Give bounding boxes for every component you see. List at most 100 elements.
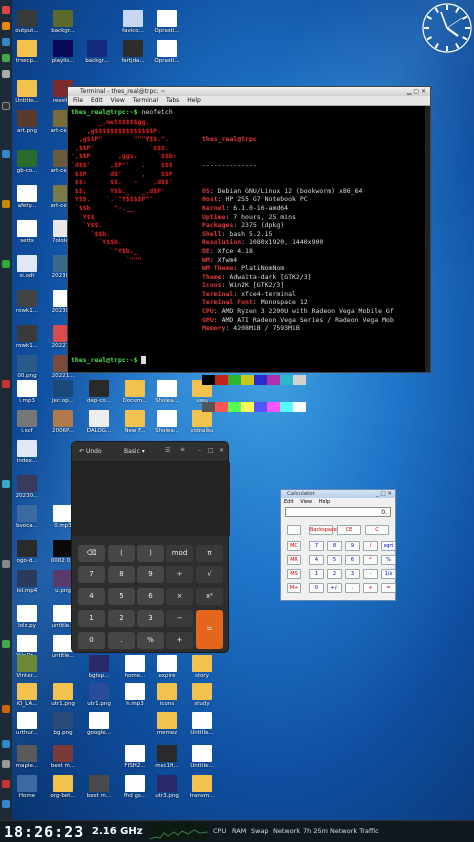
desktop-icon[interactable]: FISH2... <box>120 745 150 769</box>
calc-button[interactable]: mod <box>166 545 193 562</box>
calc-button[interactable]: 2 <box>327 569 342 579</box>
desktop-icon[interactable]: home... <box>120 655 150 679</box>
equals-button[interactable]: = <box>196 610 223 649</box>
desktop-icon[interactable]: 2006P... <box>48 410 78 434</box>
desktop-icon[interactable]: favico... <box>118 10 148 34</box>
calc-button[interactable]: π <box>196 545 223 562</box>
desktop-icon[interactable]: transm... <box>187 775 217 799</box>
calc-button[interactable]: − <box>166 610 193 627</box>
calc-button[interactable]: 3 <box>345 569 360 579</box>
calc-button[interactable]: / <box>363 541 378 551</box>
app-icon[interactable] <box>2 38 10 46</box>
calc-button[interactable]: 9 <box>345 541 360 551</box>
calc-button[interactable]: 4 <box>309 555 324 565</box>
calc-button[interactable]: x² <box>196 588 223 605</box>
desktop-icon[interactable]: Sholea... <box>152 380 182 404</box>
window-controls-icon[interactable]: ▁ ▢ ✕ <box>407 87 426 96</box>
calc-button[interactable]: M+ <box>287 583 301 593</box>
desktop-icon[interactable]: 20230... <box>12 475 42 499</box>
calc-button[interactable]: 5 <box>327 555 342 565</box>
calc-button[interactable]: % <box>137 632 164 649</box>
menu-help[interactable]: Help <box>319 499 330 505</box>
app-icon[interactable] <box>2 22 10 30</box>
calc-button[interactable]: 5 <box>108 588 135 605</box>
window-controls-icon[interactable]: _ □ ✕ <box>376 490 392 498</box>
app-icon[interactable] <box>2 760 10 768</box>
app-icon[interactable] <box>2 780 10 788</box>
desktop-icon[interactable]: best m... <box>48 745 78 769</box>
calc-button[interactable]: ) <box>137 545 164 562</box>
calc-button[interactable]: × <box>166 588 193 605</box>
calc-button[interactable]: MR <box>287 555 301 565</box>
desktop-icon[interactable]: fartjda... <box>118 40 148 64</box>
win-calc-display[interactable]: 0. <box>285 507 391 517</box>
desktop-icon[interactable]: i.mp3 <box>12 380 42 404</box>
calc-button[interactable]: 0 <box>78 632 105 649</box>
calc-button[interactable]: . <box>345 583 360 593</box>
calc-button[interactable]: Backspace <box>309 525 337 535</box>
minimize-icon[interactable]: – <box>198 447 201 454</box>
calc-button[interactable]: 7 <box>78 566 105 583</box>
calc-button[interactable]: √ <box>196 566 223 583</box>
desktop-icon[interactable]: Oprasti... <box>152 40 182 64</box>
desktop-icon[interactable]: bvoca... <box>12 505 42 529</box>
calc-button[interactable]: 7 <box>309 541 324 551</box>
calc-button[interactable]: 0 <box>309 583 324 593</box>
desktop-icon[interactable]: si.odt <box>12 255 42 279</box>
calc-button[interactable]: % <box>381 555 396 565</box>
close-icon[interactable]: ✕ <box>219 447 224 454</box>
desktop-icon[interactable]: lol.mp4 <box>12 570 42 594</box>
desktop-icon[interactable]: Untitle... <box>12 80 42 104</box>
terminal-window[interactable]: Terminal - thes_real@trpc: ~ ▁ ▢ ✕ File … <box>67 86 431 413</box>
desktop-icon[interactable]: Oprasti... <box>152 10 182 34</box>
desktop-icon[interactable]: DALOG... <box>84 410 114 434</box>
menu-tabs[interactable]: Tabs <box>166 97 179 104</box>
desktop-icon[interactable]: i.xcf <box>12 410 42 434</box>
menu-view[interactable]: View <box>300 499 312 505</box>
app-icon[interactable] <box>2 480 10 488</box>
app-icon[interactable] <box>2 560 10 568</box>
calc-button[interactable]: ÷ <box>166 566 193 583</box>
desktop-icon[interactable]: Vinter... <box>12 655 42 679</box>
desktop-icon[interactable]: rowk1... <box>12 290 42 314</box>
app-icon[interactable] <box>2 800 10 808</box>
calc-button[interactable]: sqrt <box>381 541 396 551</box>
calc-button[interactable]: C <box>365 525 389 535</box>
win-calculator-window[interactable]: Calculator _ □ ✕ Edit View Help 0. Backs… <box>280 489 396 601</box>
calc-button[interactable]: 1/x <box>381 569 396 579</box>
desktop-icon[interactable]: maple... <box>12 745 42 769</box>
mode-selector[interactable]: Basic ▾ <box>124 448 145 455</box>
desktop-icon[interactable]: best m... <box>84 775 114 799</box>
desktop-icon[interactable]: utr1.png <box>48 683 78 707</box>
calc-button[interactable]: 8 <box>327 541 342 551</box>
desktop-icon[interactable]: Sholea... <box>152 410 182 434</box>
app-icon[interactable] <box>2 705 10 713</box>
desktop-icon[interactable]: Docum... <box>120 380 150 404</box>
calc-button[interactable]: ( <box>108 545 135 562</box>
desktop-icon[interactable]: iO_LA... <box>12 683 42 707</box>
app-icon[interactable] <box>2 6 10 14</box>
desktop-icon[interactable]: ogo-d... <box>12 540 42 564</box>
desktop-icon[interactable]: Jec.op... <box>48 380 78 404</box>
desktop-icon[interactable]: Untitle... <box>187 712 217 736</box>
app-icon[interactable] <box>2 200 10 208</box>
calc-button[interactable]: 4 <box>78 588 105 605</box>
calc-button[interactable]: CE <box>337 525 361 535</box>
calc-button[interactable]: * <box>363 555 378 565</box>
calc-button[interactable]: 6 <box>345 555 360 565</box>
calc-button[interactable]: MS <box>287 569 301 579</box>
desktop-icon[interactable]: utr1.png <box>84 683 114 707</box>
desktop-icon[interactable]: output... <box>12 10 42 34</box>
calc-button[interactable]: 1 <box>309 569 324 579</box>
menu-help[interactable]: Help <box>187 97 201 104</box>
desktop-icon[interactable]: trsecp... <box>12 40 42 64</box>
desktop-icon[interactable]: memez <box>152 712 182 736</box>
calc-button[interactable]: - <box>363 569 378 579</box>
calc-button[interactable]: + <box>166 632 193 649</box>
calc-button[interactable]: = <box>381 583 396 593</box>
maximize-icon[interactable]: □ <box>208 447 214 454</box>
desktop-icon[interactable]: backgr... <box>82 40 112 64</box>
terminal-output[interactable]: thes_real@trpc:~$ neofetch _,met$$$$$gg.… <box>68 106 430 413</box>
desktop-icon[interactable]: setts <box>12 220 42 244</box>
terminal-scrollbar[interactable] <box>425 106 430 372</box>
